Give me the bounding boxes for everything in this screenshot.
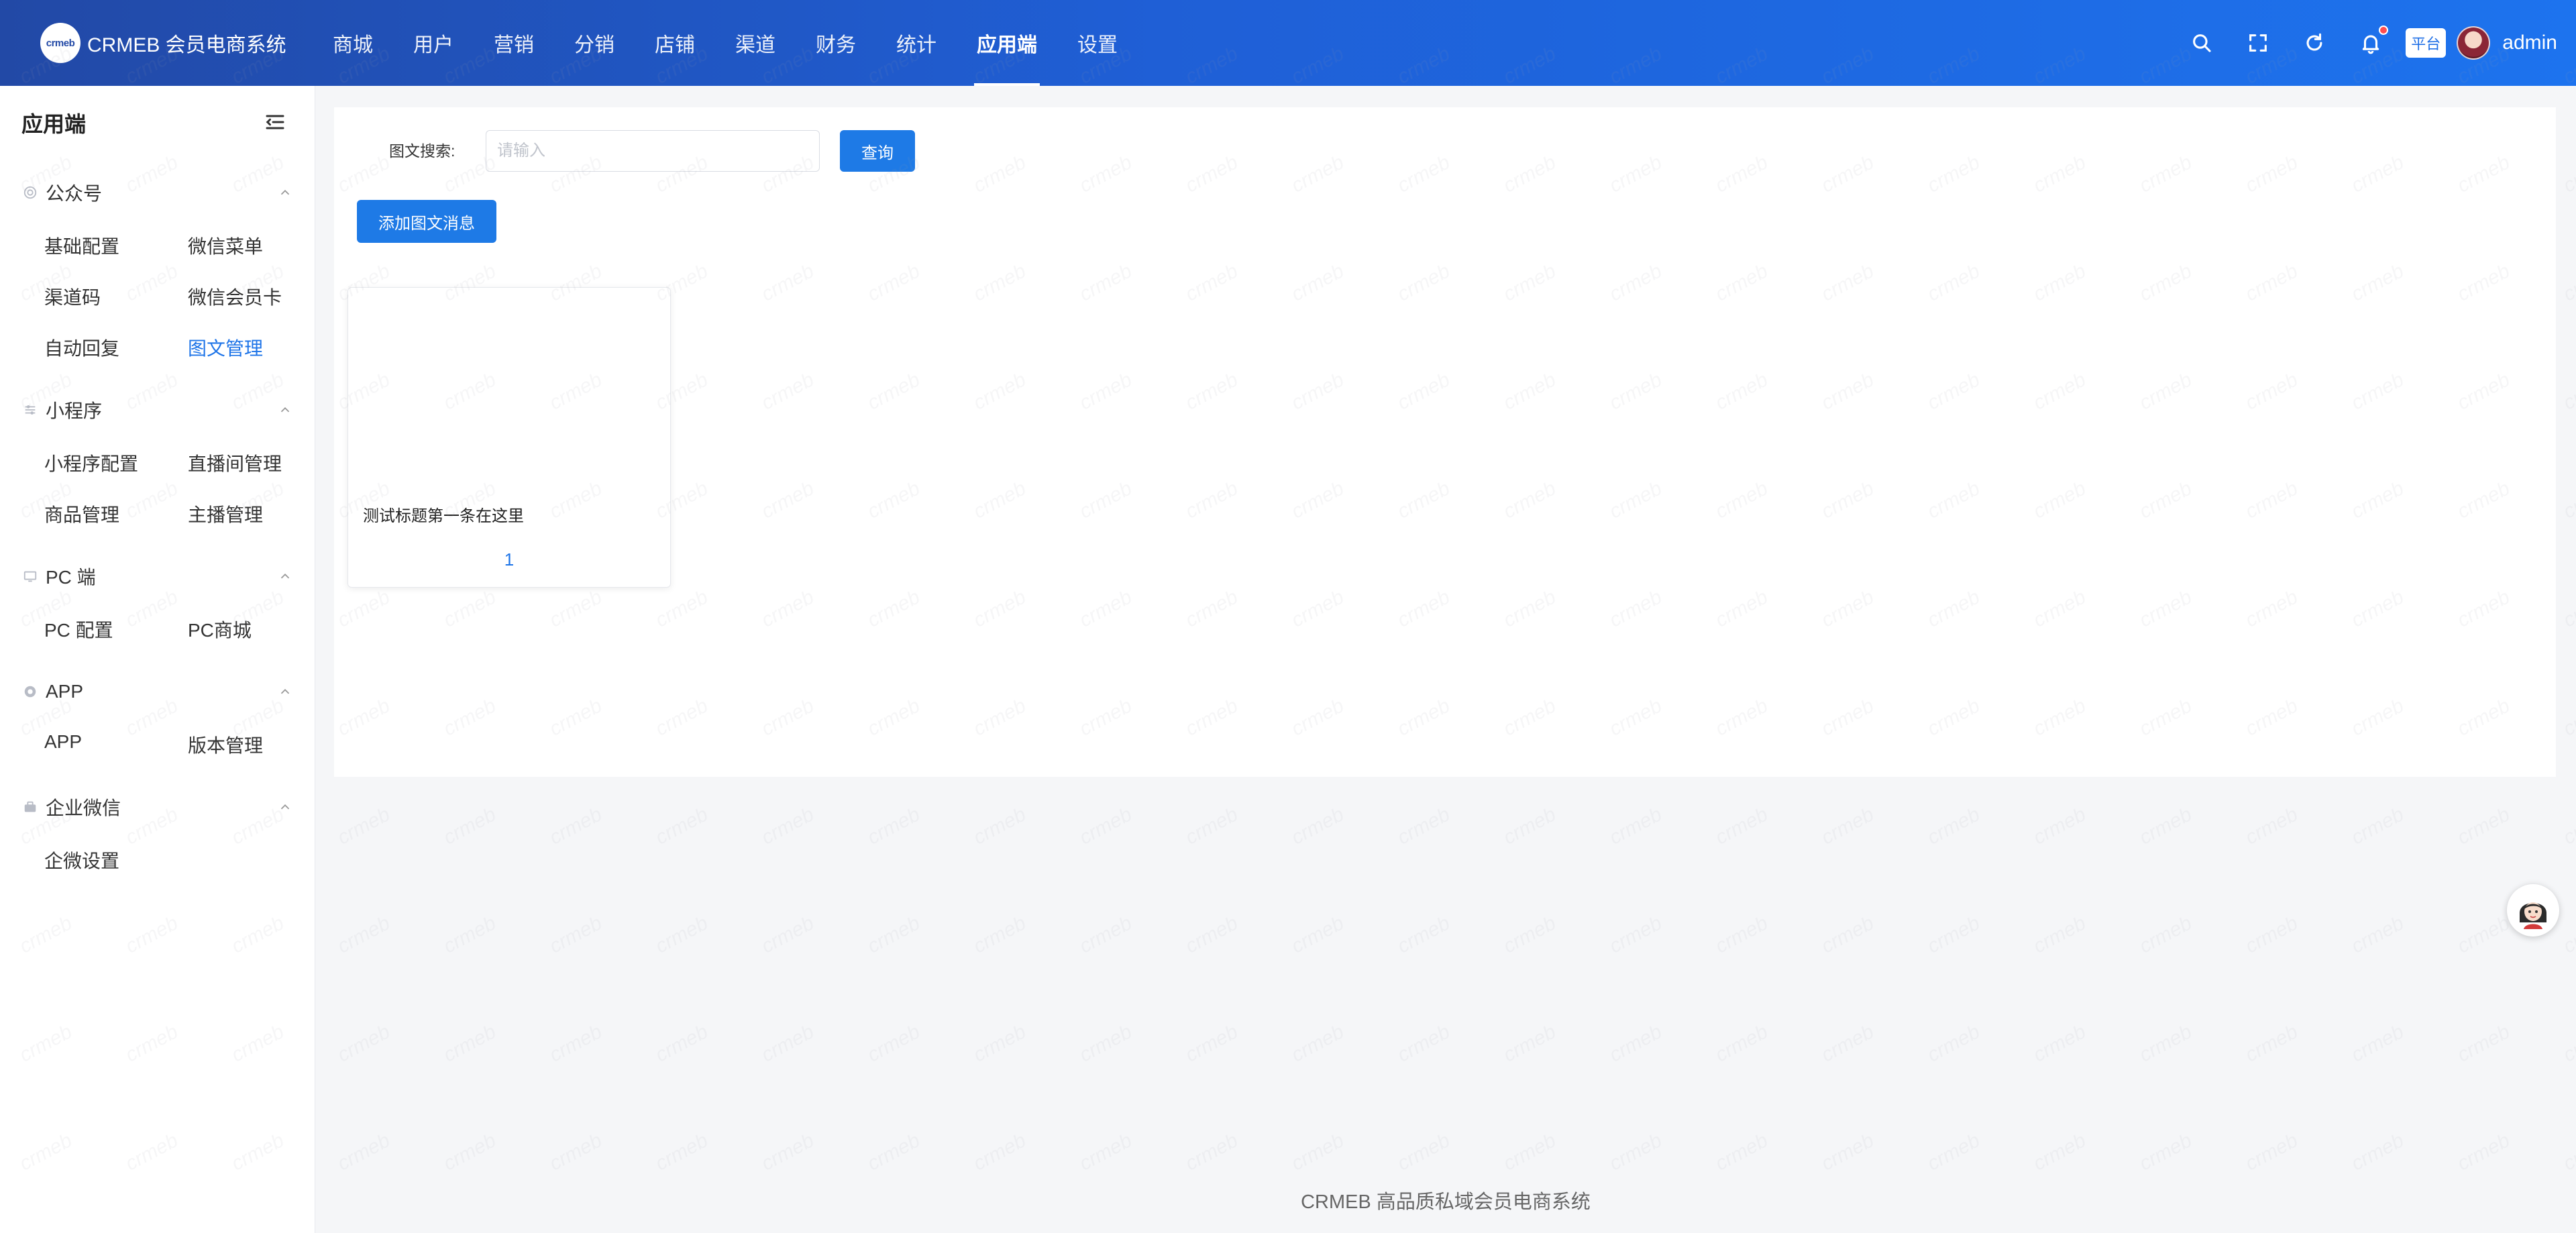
sidebar-group-app[interactable]: APP [21, 675, 292, 708]
topnav-item-users[interactable]: 用户 [393, 0, 474, 86]
topnav-item-channel[interactable]: 渠道 [715, 0, 796, 86]
sidebar-item-pc-config[interactable]: PC 配置 [44, 616, 113, 643]
platform-badge[interactable]: 平台 [2406, 28, 2447, 58]
topnav-item-settings[interactable]: 设置 [1057, 0, 1138, 86]
username[interactable]: admin [2502, 32, 2557, 54]
topnav-item-distribution[interactable]: 分销 [554, 0, 635, 86]
news-management-panel: 图文搜索: 查询 添加图文消息 测试标题第一条在这里 1 [334, 107, 2556, 777]
collapse-menu-icon[interactable] [263, 110, 287, 134]
sidebar-item-version-management[interactable]: 版本管理 [188, 731, 263, 758]
chevron-up-icon [280, 688, 290, 694]
topnav-item-statistics[interactable]: 统计 [876, 0, 957, 86]
wechat-icon [21, 184, 39, 201]
sidebar-item-auto-reply[interactable]: 自动回复 [44, 334, 119, 361]
sidebar-group-enterprise-wechat[interactable]: 企业微信 [21, 790, 292, 824]
sidebar-item-pc-mall[interactable]: PC商城 [188, 616, 252, 643]
sidebar-item-news-management[interactable]: 图文管理 [188, 334, 263, 361]
sidebar-group-pc[interactable]: PC 端 [21, 559, 292, 593]
app-logo[interactable]: crmeb CRMEB 会员电商系统 [40, 23, 286, 63]
sidebar-item-basic-config[interactable]: 基础配置 [44, 232, 119, 259]
sidebar-item-anchor-management[interactable]: 主播管理 [188, 500, 263, 527]
assistant-avatar-icon [2513, 890, 2553, 930]
fullscreen-icon[interactable] [2230, 15, 2286, 71]
topnav-item-finance[interactable]: 财务 [796, 0, 876, 86]
sidebar-item-channel-code[interactable]: 渠道码 [44, 283, 101, 310]
sidebar-item-miniprogram-config[interactable]: 小程序配置 [44, 449, 138, 476]
bell-icon[interactable] [2343, 15, 2399, 71]
top-navigation: 商城 用户 营销 分销 店铺 渠道 财务 统计 应用端 设置 [313, 0, 1138, 86]
search-icon[interactable] [2174, 15, 2230, 71]
notification-dot [2379, 25, 2389, 35]
news-card-index[interactable]: 1 [348, 549, 670, 570]
topnav-item-marketing[interactable]: 营销 [474, 0, 554, 86]
app-title: CRMEB 会员电商系统 [87, 34, 286, 56]
group-label: 公众号 [46, 183, 103, 204]
topnav-item-store[interactable]: 店铺 [635, 0, 715, 86]
app-icon [21, 683, 39, 700]
sidebar-item-app[interactable]: APP [44, 731, 82, 753]
group-label: 小程序 [46, 400, 103, 421]
sidebar-item-enterprise-wechat-settings[interactable]: 企微设置 [44, 847, 119, 873]
group-label: PC 端 [46, 567, 96, 588]
chevron-up-icon [280, 804, 290, 810]
sidebar-group-official-account[interactable]: 公众号 [21, 176, 292, 209]
sidebar-item-product-management[interactable]: 商品管理 [44, 500, 119, 527]
search-label: 图文搜索: [389, 142, 455, 160]
monitor-icon [21, 568, 39, 585]
group-label: APP [46, 681, 84, 702]
sidebar-item-live-room[interactable]: 直播间管理 [188, 449, 282, 476]
enterprise-wechat-icon [21, 798, 39, 816]
sidebar-item-wechat-member-card[interactable]: 微信会员卡 [188, 283, 282, 310]
customer-service-avatar-button[interactable] [2507, 884, 2559, 936]
user-avatar[interactable] [2457, 26, 2491, 60]
topnav-item-shop[interactable]: 商城 [313, 0, 393, 86]
sidebar-item-wechat-menu[interactable]: 微信菜单 [188, 232, 263, 259]
sidebar: 应用端 公众号 基础配置 微信菜单 渠道码 微信会员卡 自动回复 图文管理 小程… [0, 86, 315, 1233]
news-cover-image [348, 288, 670, 485]
miniprogram-icon [21, 401, 39, 419]
group-label: 企业微信 [46, 798, 121, 818]
news-card-title: 测试标题第一条在这里 [363, 507, 524, 525]
sidebar-title: 应用端 [21, 112, 87, 136]
topnav-item-application[interactable]: 应用端 [957, 0, 1057, 86]
footer-copyright: CRMEB 高品质私域会员电商系统 [1301, 1191, 1591, 1213]
news-card[interactable]: 测试标题第一条在这里 1 [347, 287, 671, 588]
chevron-up-icon [280, 189, 290, 195]
query-button[interactable]: 查询 [840, 130, 915, 172]
crmeb-logo-icon: crmeb [40, 23, 80, 63]
header-toolbar: 平台 admin [2174, 0, 2557, 86]
chevron-up-icon [280, 407, 290, 413]
refresh-icon[interactable] [2286, 15, 2343, 71]
add-news-button[interactable]: 添加图文消息 [357, 200, 496, 243]
news-search-input[interactable] [486, 130, 820, 172]
chevron-up-icon [280, 573, 290, 579]
sidebar-group-miniprogram[interactable]: 小程序 [21, 393, 292, 427]
top-header: crmeb CRMEB 会员电商系统 商城 用户 营销 分销 店铺 渠道 财务 … [0, 0, 2576, 86]
